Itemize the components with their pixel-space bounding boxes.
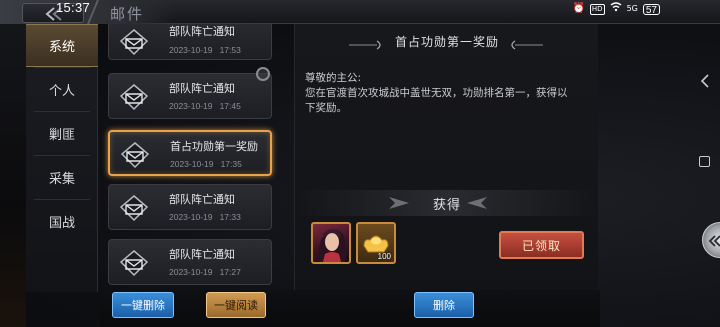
hero-portrait-icon (318, 229, 346, 262)
reward-item-hero[interactable] (311, 222, 351, 264)
delete-button[interactable]: 删除 (414, 292, 474, 318)
read-all-button[interactable]: 一键阅读 (206, 292, 266, 318)
mail-list: 部队阵亡通知 2023-10-19 17:53 部队阵亡通知 2023-10-1… (100, 24, 286, 290)
mail-detail-panel: 首占功勋第一奖励 尊敬的主公: 您在官渡首次攻城战中盖世无双，功勋排名第一，获得… (294, 24, 599, 290)
mail-title: 首占功勋第一奖励 (170, 140, 258, 153)
mail-date: 2023-10-19 17:27 (169, 267, 241, 277)
reward-header-bar: 获得 (295, 192, 599, 214)
mail-list-item[interactable]: 部队阵亡通知 2023-10-19 17:45 (108, 73, 272, 119)
wing-left-icon (389, 197, 409, 209)
signal-icon: 5G (626, 4, 638, 13)
scroll-indicator[interactable] (256, 67, 270, 81)
alarm-icon: ⏰ (572, 3, 585, 14)
wifi-icon (610, 2, 622, 16)
sidebar-item-bandits[interactable]: 剿匪 (26, 112, 98, 155)
ornament-right-icon (511, 40, 543, 50)
delete-all-button[interactable]: 一键删除 (112, 292, 174, 318)
reward-item-gold[interactable]: 100 (356, 222, 396, 264)
top-bar: 15:37 邮件 ⏰ HD 5G 57 (0, 0, 720, 24)
sidebar-item-personal[interactable]: 个人 (26, 68, 98, 111)
sidebar-item-system[interactable]: 系统 (26, 24, 98, 67)
mail-list-item-selected[interactable]: 首占功勋第一奖励 2023-10-19 17:35 (108, 130, 272, 176)
detail-title: 首占功勋第一奖励 (394, 35, 499, 49)
mail-envelope-icon (119, 250, 149, 277)
system-status-icons: ⏰ HD 5G 57 (572, 2, 660, 16)
mail-date: 2023-10-19 17:45 (169, 101, 241, 111)
mail-list-item[interactable]: 部队阵亡通知 2023-10-19 17:33 (108, 184, 272, 230)
mail-title: 部队阵亡通知 (169, 82, 235, 95)
header-separator-icon (87, 0, 99, 24)
mail-list-item[interactable]: 部队阵亡通知 2023-10-19 17:53 (108, 24, 272, 60)
bottom-action-bar (100, 290, 600, 327)
mail-date: 2023-10-19 17:33 (169, 212, 241, 222)
mail-date: 2023-10-19 17:35 (170, 159, 242, 169)
mail-envelope-icon (119, 195, 149, 222)
mail-list-item[interactable]: 部队阵亡通知 2023-10-19 17:27 (108, 239, 272, 285)
mail-title: 部队阵亡通知 (169, 25, 235, 38)
reward-header: 获得 (432, 198, 461, 213)
category-sidebar: 系统 个人 剿匪 采集 国战 (26, 24, 98, 292)
page-title: 邮件 (110, 5, 145, 23)
sidebar-item-national-war[interactable]: 国战 (26, 200, 98, 243)
left-decoration (0, 24, 26, 327)
mail-envelope-icon (119, 29, 149, 56)
status-time: 15:37 (56, 0, 91, 15)
ornament-left-icon (349, 40, 381, 50)
system-home-icon[interactable] (699, 156, 710, 167)
mail-title: 部队阵亡通知 (169, 193, 235, 206)
mail-body: 您在官渡首次攻城战中盖世无双，功勋排名第一，获得以下奖励。 (305, 87, 568, 114)
mail-greeting: 尊敬的主公: (305, 72, 362, 84)
claimed-button[interactable]: 已领取 (499, 231, 584, 259)
wing-right-icon (467, 197, 487, 209)
mail-envelope-icon (120, 142, 150, 169)
battery-icon: 57 (642, 3, 660, 16)
detail-title-bar: 首占功勋第一奖励 (295, 30, 599, 52)
double-chevron-left-icon (708, 235, 720, 247)
mail-title: 部队阵亡通知 (169, 248, 235, 261)
mail-envelope-icon (119, 84, 149, 111)
sidebar-item-gathering[interactable]: 采集 (26, 156, 98, 199)
game-mail-screen: 15:37 邮件 ⏰ HD 5G 57 系统 个人 剿匪 采集 国战 部队阵亡通… (0, 0, 720, 327)
reward-quantity: 100 (377, 252, 391, 261)
system-back-icon[interactable] (700, 74, 710, 88)
mail-date: 2023-10-19 17:53 (169, 45, 241, 55)
hd-icon: HD (589, 3, 605, 15)
